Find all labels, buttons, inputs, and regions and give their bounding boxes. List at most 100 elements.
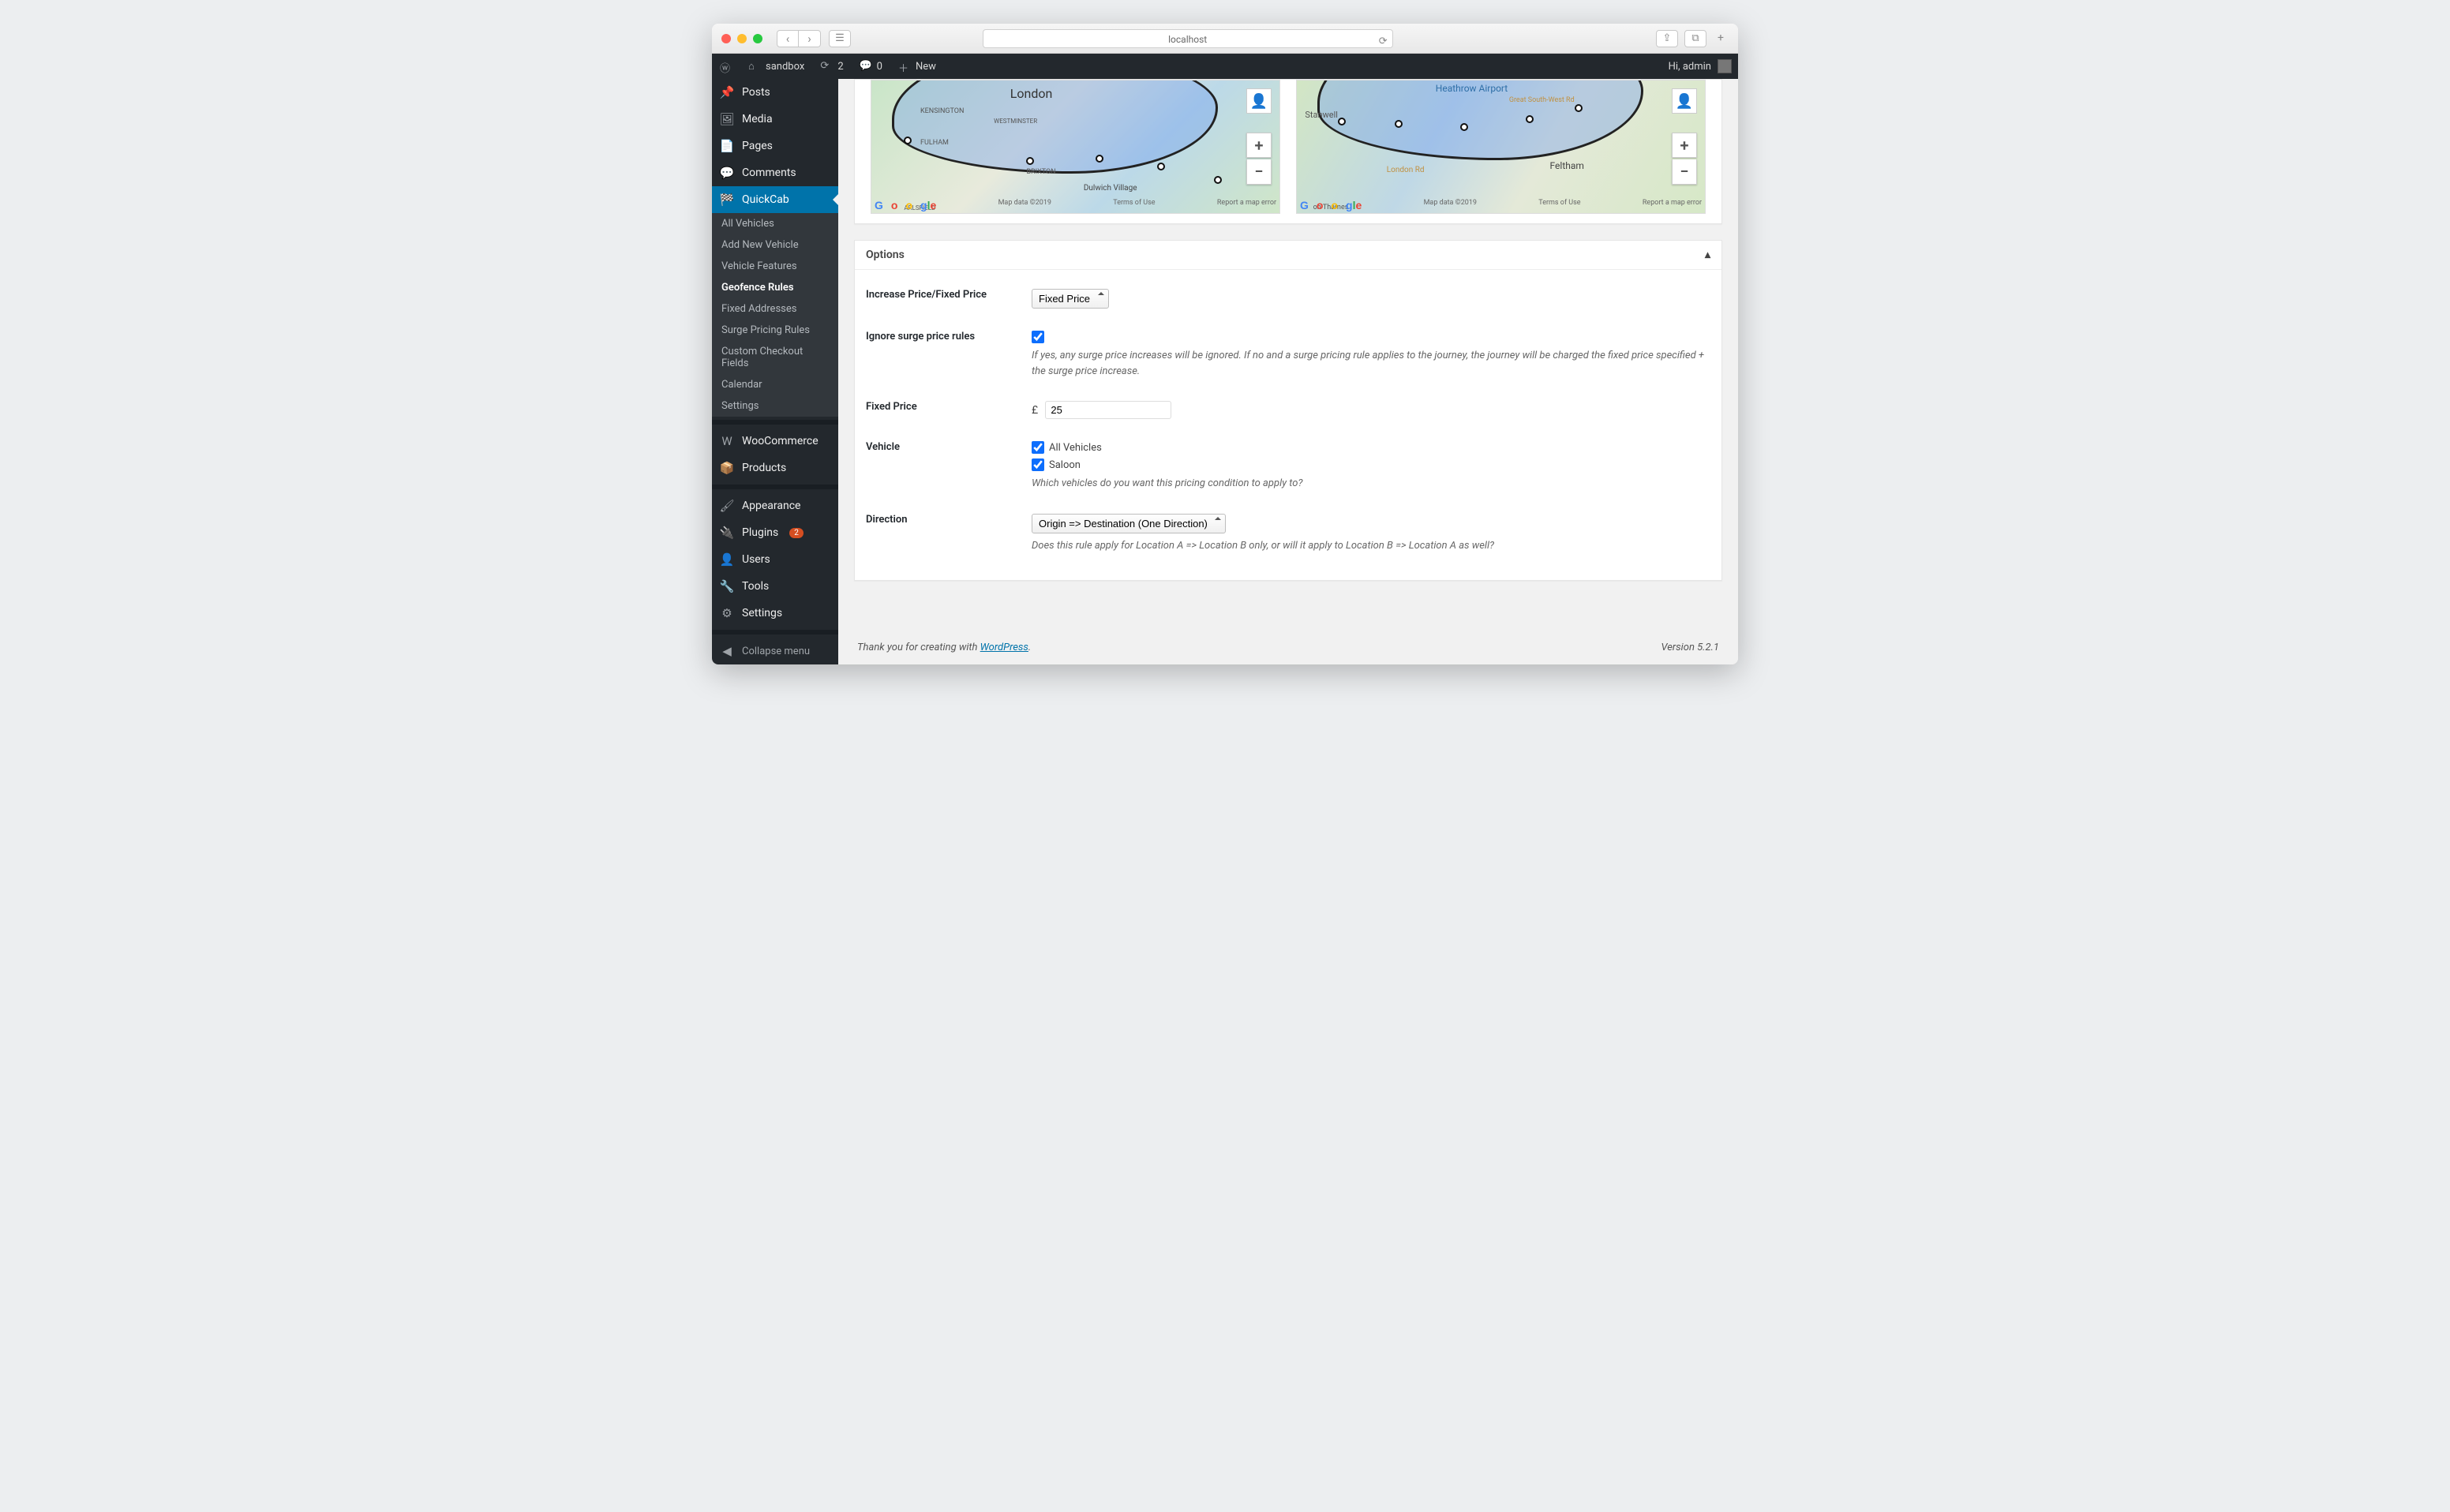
- plugins-badge: 2: [789, 528, 804, 538]
- map-credit-terms[interactable]: Terms of Use: [1105, 199, 1155, 211]
- url-bar[interactable]: localhost ⟳: [983, 29, 1393, 48]
- menu-plugins[interactable]: 🔌Plugins2: [712, 519, 838, 546]
- map-credit-error[interactable]: Report a map error: [1635, 199, 1702, 211]
- refresh-icon[interactable]: ⟳: [1379, 32, 1388, 51]
- sub-fixed-addresses[interactable]: Fixed Addresses: [712, 298, 838, 320]
- comments-link[interactable]: 💬0: [852, 54, 890, 79]
- footer-thankyou: Thank you for creating with: [857, 642, 980, 653]
- polygon-vertex[interactable]: [1526, 115, 1534, 123]
- zoom-out-button[interactable]: −: [1246, 159, 1272, 185]
- zoom-in-button[interactable]: +: [1246, 133, 1272, 158]
- site-link[interactable]: ⌂sandbox: [740, 54, 812, 79]
- map-label: London: [1010, 86, 1053, 101]
- select-direction[interactable]: Origin => Destination (One Direction): [1032, 514, 1226, 533]
- polygon-vertex[interactable]: [1338, 118, 1346, 125]
- currency-symbol: £: [1032, 404, 1038, 417]
- new-content-link[interactable]: ＋New: [890, 54, 944, 79]
- sub-add-new-vehicle[interactable]: Add New Vehicle: [712, 234, 838, 256]
- sub-calendar[interactable]: Calendar: [712, 374, 838, 395]
- map-credits: Google Map data ©2019 Terms of Use Repor…: [875, 199, 1276, 211]
- menu-posts[interactable]: 📌Posts: [712, 79, 838, 106]
- sidebar-toggle-icon[interactable]: ☰: [829, 30, 851, 47]
- menu-comments[interactable]: 💬Comments: [712, 159, 838, 186]
- zoom-out-button[interactable]: −: [1672, 159, 1697, 185]
- submenu-quickcab: All Vehicles Add New Vehicle Vehicle Fea…: [712, 213, 838, 417]
- greeting-text: Hi, admin: [1669, 61, 1711, 73]
- map-credit-terms[interactable]: Terms of Use: [1530, 199, 1580, 211]
- map-credit-data: Map data ©2019: [991, 199, 1051, 211]
- destination-map[interactable]: Heathrow Airport Stanwell Feltham London…: [1296, 80, 1706, 214]
- new-tab-icon[interactable]: +: [1713, 30, 1729, 46]
- menu-users[interactable]: 👤Users: [712, 546, 838, 573]
- updates-link[interactable]: ⟳2: [812, 54, 851, 79]
- polygon-vertex[interactable]: [1157, 163, 1165, 170]
- polygon-vertex[interactable]: [1460, 123, 1468, 131]
- page-icon: 📄: [720, 139, 734, 153]
- map-label: BRIXTON: [1026, 168, 1055, 176]
- label-vehicle: Vehicle: [866, 441, 1016, 492]
- select-price-type[interactable]: Fixed Price: [1032, 289, 1109, 309]
- collapse-menu[interactable]: ◀Collapse menu: [712, 638, 838, 664]
- browser-titlebar: ‹ › ☰ localhost ⟳ ⇪ ⧉ +: [712, 24, 1738, 54]
- origin-map[interactable]: London KENSINGTON WESTMINSTER FULHAM BRI…: [871, 80, 1280, 214]
- map-label: Great South-West Rd: [1509, 96, 1575, 104]
- sub-surge-pricing-rules[interactable]: Surge Pricing Rules: [712, 320, 838, 341]
- geofence-polygon[interactable]: [892, 80, 1219, 174]
- maximize-window-icon[interactable]: [753, 34, 762, 43]
- checkbox-ignore-surge[interactable]: [1032, 331, 1044, 343]
- content-area: London KENSINGTON WESTMINSTER FULHAM BRI…: [838, 79, 1738, 664]
- sub-all-vehicles[interactable]: All Vehicles: [712, 213, 838, 234]
- user-icon: 👤: [720, 552, 734, 567]
- menu-products[interactable]: 📦Products: [712, 455, 838, 481]
- pegman-icon[interactable]: 👤: [1672, 88, 1697, 114]
- checkbox-saloon[interactable]: [1032, 458, 1044, 471]
- admin-menu: 📌Posts 🖼Media 📄Pages 💬Comments 🏁QuickCab…: [712, 79, 838, 664]
- map-label: Stanwell: [1305, 110, 1338, 120]
- browser-nav: ‹ ›: [777, 30, 821, 47]
- close-window-icon[interactable]: [721, 34, 731, 43]
- polygon-vertex[interactable]: [1214, 176, 1222, 184]
- desc-ignore-surge: If yes, any surge price increases will b…: [1032, 348, 1710, 379]
- collapse-icon: ◀: [720, 644, 734, 658]
- map-label: Feltham: [1550, 160, 1584, 171]
- menu-appearance[interactable]: 🖌Appearance: [712, 492, 838, 519]
- brush-icon: 🖌: [720, 499, 734, 513]
- maps-panel: London KENSINGTON WESTMINSTER FULHAM BRI…: [854, 79, 1722, 224]
- google-logo: Google: [1300, 199, 1362, 211]
- checkbox-all-vehicles[interactable]: [1032, 441, 1044, 454]
- products-icon: 📦: [720, 461, 734, 475]
- minimize-window-icon[interactable]: [737, 34, 747, 43]
- menu-tools[interactable]: 🔧Tools: [712, 573, 838, 600]
- menu-settings[interactable]: ⚙Settings: [712, 600, 838, 627]
- menu-pages[interactable]: 📄Pages: [712, 133, 838, 159]
- menu-quickcab[interactable]: 🏁QuickCab: [712, 186, 838, 213]
- sub-custom-checkout-fields[interactable]: Custom Checkout Fields: [712, 341, 838, 374]
- polygon-vertex[interactable]: [904, 137, 912, 144]
- menu-media[interactable]: 🖼Media: [712, 106, 838, 133]
- footer-wordpress-link[interactable]: WordPress: [980, 642, 1028, 653]
- avatar: [1718, 59, 1732, 73]
- map-credit-error[interactable]: Report a map error: [1209, 199, 1276, 211]
- polygon-vertex[interactable]: [1575, 104, 1583, 112]
- wp-footer: Thank you for creating with WordPress. V…: [854, 627, 1722, 664]
- site-name: sandbox: [766, 61, 804, 73]
- sub-vehicle-features[interactable]: Vehicle Features: [712, 256, 838, 277]
- menu-woocommerce[interactable]: WWooCommerce: [712, 428, 838, 455]
- sub-geofence-rules[interactable]: Geofence Rules: [712, 277, 838, 298]
- zoom-in-button[interactable]: +: [1672, 133, 1697, 158]
- collapse-panel-icon[interactable]: ▴: [1705, 249, 1710, 261]
- input-fixed-price[interactable]: [1045, 401, 1171, 419]
- forward-button[interactable]: ›: [799, 30, 821, 47]
- share-icon[interactable]: ⇪: [1656, 30, 1678, 47]
- options-header[interactable]: Options ▴: [855, 241, 1721, 270]
- row-direction: Direction Origin => Destination (One Dir…: [866, 503, 1710, 565]
- tabs-icon[interactable]: ⧉: [1684, 30, 1706, 47]
- pegman-icon[interactable]: 👤: [1246, 88, 1272, 114]
- wp-logo-icon[interactable]: ⓦ: [712, 54, 740, 79]
- updates-count: 2: [837, 61, 843, 73]
- back-button[interactable]: ‹: [777, 30, 799, 47]
- pin-icon: 📌: [720, 85, 734, 99]
- sub-settings[interactable]: Settings: [712, 395, 838, 417]
- menu-separator: [712, 420, 838, 425]
- account-greeting[interactable]: Hi, admin: [1669, 59, 1738, 73]
